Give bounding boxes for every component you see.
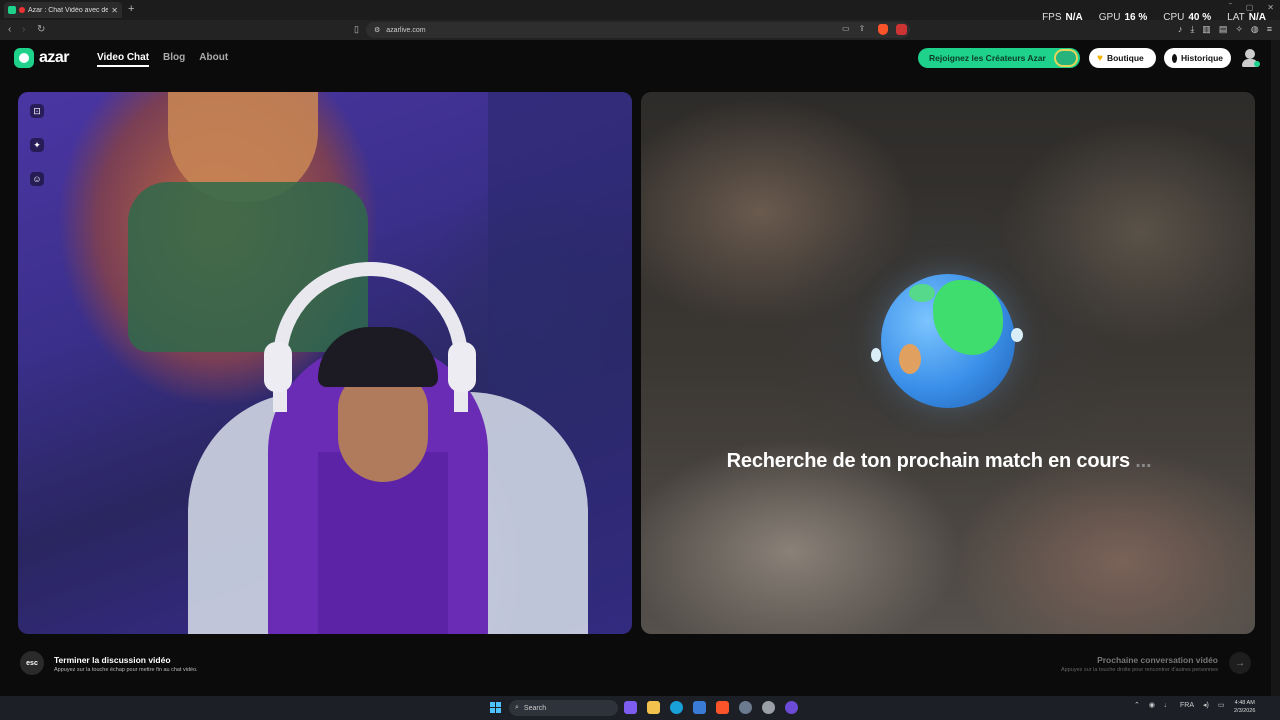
site-header: azar Video Chat Blog About Rejoignez les… <box>0 40 1280 80</box>
download-icon[interactable]: ⤓ <box>1190 24 1194 35</box>
remote-video-pane: Recherche de ton prochain match en cours… <box>641 92 1255 634</box>
azar-logo-icon <box>14 48 34 68</box>
globe-icon <box>881 274 1015 408</box>
site-info-icon[interactable]: ⚙ <box>374 26 380 34</box>
file-explorer-icon[interactable] <box>647 701 660 714</box>
nav-video-chat[interactable]: Video Chat <box>97 52 150 67</box>
sidebar-icon[interactable]: ▥ <box>1202 24 1211 35</box>
obs-icon[interactable] <box>785 701 798 714</box>
back-icon[interactable]: ‹ <box>8 24 11 35</box>
bookmark-icon[interactable]: ▯ <box>354 24 359 35</box>
store-icon[interactable] <box>693 701 706 714</box>
minimize-icon[interactable]: ‾ <box>1229 3 1232 12</box>
main-nav: Video Chat Blog About <box>97 52 228 67</box>
gem-icon: ♥ <box>1097 52 1103 64</box>
next-chat-hint: Appuyez sur la touche droite pour rencon… <box>1061 667 1218 673</box>
close-window-icon[interactable]: ✕ <box>1267 3 1274 12</box>
end-chat-hint: Appuyez sur la touche échap pour mettre … <box>54 667 198 673</box>
reload-icon[interactable]: ↻ <box>37 24 45 35</box>
cast-icon[interactable]: ▭ <box>842 24 850 33</box>
clock-time: 4:48 AM <box>1234 700 1255 706</box>
local-video-pane: ⊡ ✦ ☺ <box>18 92 632 634</box>
filter-wand-icon[interactable]: ✦ <box>30 138 44 152</box>
avatar-head <box>1245 49 1255 59</box>
creator-avatar-icon <box>1054 49 1078 67</box>
language-indicator[interactable]: FRA <box>1180 702 1194 709</box>
settings-icon[interactable] <box>739 701 752 714</box>
camera-switch-icon[interactable]: ⊡ <box>30 104 44 118</box>
headphone-cup-left <box>264 342 292 392</box>
vpn-icon[interactable]: ◍ <box>1251 24 1259 35</box>
tray-chevron-icon[interactable]: ⌃ <box>1134 701 1140 709</box>
recording-icon <box>19 7 25 13</box>
join-creators-label: Rejoignez les Créateurs Azar <box>929 53 1046 63</box>
searching-status: Recherche de ton prochain match en cours… <box>641 450 1237 473</box>
next-chat-arrow-icon[interactable]: → <box>1229 652 1251 674</box>
online-status-icon <box>1254 61 1260 67</box>
share-icon[interactable]: ⇪ <box>859 24 866 33</box>
history-label: Historique <box>1180 53 1223 63</box>
end-chat-button[interactable]: esc <box>20 651 44 675</box>
history-button[interactable]: Historique <box>1164 48 1231 68</box>
brave-icon[interactable] <box>716 701 729 714</box>
url-field[interactable]: ⚙ azarlive.com <box>366 22 910 38</box>
start-button[interactable] <box>490 702 501 713</box>
forward-icon[interactable]: › <box>22 24 25 35</box>
join-creators-button[interactable]: Rejoignez les Créateurs Azar <box>918 48 1080 68</box>
browser-tab[interactable]: Azar : Chat Vidéo avec de no ✕ <box>4 2 122 18</box>
wallet-icon[interactable]: ▤ <box>1219 24 1228 35</box>
next-chat-title: Prochaine conversation vidéo <box>1097 655 1218 665</box>
shop-button[interactable]: ♥ Boutique <box>1089 48 1156 68</box>
app-icon[interactable] <box>762 701 775 714</box>
taskbar: ⌕ Search ⌃ ◉ ♩ FRA ◂) ▭ 4:48 AM 2/3/2026 <box>0 696 1280 720</box>
new-tab-button[interactable]: + <box>128 3 134 15</box>
close-tab-icon[interactable]: ✕ <box>111 6 118 15</box>
menu-icon[interactable]: ≡ <box>1267 24 1272 35</box>
search-icon: ⌕ <box>515 704 519 711</box>
volume-icon[interactable]: ◂) <box>1203 701 1209 709</box>
sticker-icon[interactable]: ☺ <box>30 172 44 186</box>
window-controls: ‾ ▢ ✕ <box>1229 3 1274 12</box>
edge-icon[interactable] <box>670 701 683 714</box>
brave-shields-icon[interactable] <box>878 24 888 35</box>
camera-tools: ⊡ ✦ ☺ <box>30 104 44 186</box>
toolbar-icons: ♪ ⤓ ▥ ▤ ✧ ◍ ≡ <box>1178 24 1272 35</box>
taskbar-search-label: Search <box>523 704 547 712</box>
extensions-icon[interactable]: ✧ <box>1235 24 1243 35</box>
cloud-icon <box>871 348 881 362</box>
scrollbar[interactable] <box>1271 40 1280 696</box>
end-chat-title: Terminer la discussion vidéo <box>54 655 171 665</box>
url-actions: ▭ ⇪ <box>842 24 865 33</box>
nav-about[interactable]: About <box>199 52 228 67</box>
headphone-cup-right <box>448 342 476 392</box>
azar-logo[interactable]: azar <box>14 48 70 68</box>
azar-favicon-icon <box>8 6 16 14</box>
taskbar-apps <box>624 701 798 714</box>
logo-text: azar <box>39 49 70 66</box>
clock-date: 2/3/2026 <box>1234 708 1256 714</box>
nav-blog[interactable]: Blog <box>163 52 185 67</box>
globe-desert <box>899 344 921 374</box>
tab-title: Azar : Chat Vidéo avec de no <box>28 6 109 14</box>
clock-icon <box>1172 53 1177 63</box>
copilot-icon[interactable] <box>624 701 637 714</box>
esc-key-label: esc <box>26 659 38 667</box>
cloud-icon <box>1011 328 1023 342</box>
mic-icon[interactable]: ♩ <box>1164 702 1171 709</box>
globe-island <box>909 284 935 302</box>
loading-dots: ... <box>1135 450 1152 472</box>
extension-icon[interactable] <box>896 24 907 35</box>
tray-app-icon[interactable]: ◉ <box>1149 701 1155 709</box>
taskbar-search[interactable]: ⌕ Search <box>509 700 618 716</box>
searching-text: Recherche de ton prochain match en cours <box>726 450 1130 472</box>
globe-land <box>933 280 1003 355</box>
url-text: azarlive.com <box>386 26 426 34</box>
network-icon[interactable]: ▭ <box>1218 701 1225 709</box>
shop-label: Boutique <box>1106 53 1144 63</box>
taskbar-clock[interactable]: 4:48 AM 2/3/2026 <box>1234 699 1255 715</box>
profile-avatar[interactable] <box>1241 49 1260 67</box>
system-tray: ⌃ ◉ ♩ FRA ◂) ▭ <box>1134 701 1225 710</box>
maximize-icon[interactable]: ▢ <box>1246 3 1254 12</box>
media-icon[interactable]: ♪ <box>1178 24 1183 35</box>
